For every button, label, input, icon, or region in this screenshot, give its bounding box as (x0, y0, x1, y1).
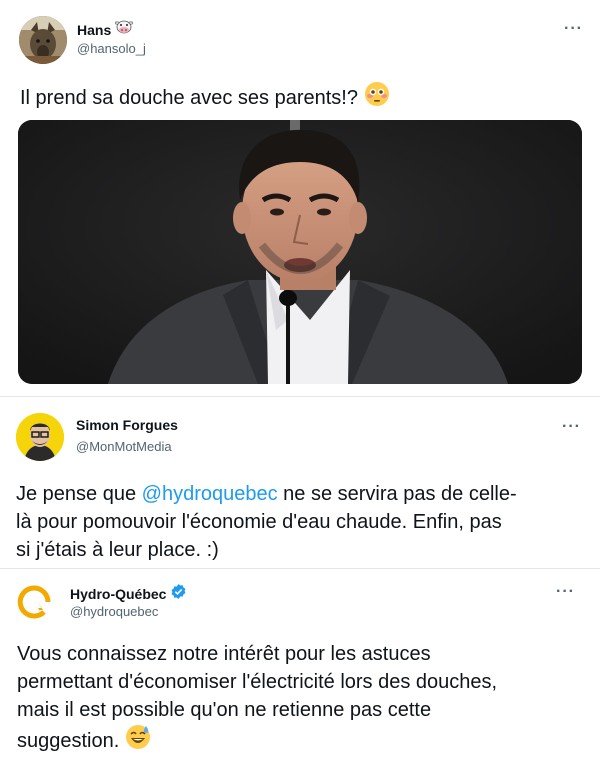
avatar-simon[interactable] (16, 413, 64, 461)
cow-face-icon (114, 19, 134, 40)
author-handle[interactable]: @hydroquebec (70, 604, 158, 619)
text-segment: Je pense que (16, 483, 142, 505)
more-options-button[interactable]: ··· (564, 20, 583, 38)
author-handle[interactable]: @hansolo_j (77, 41, 146, 56)
text-segment: ne se servira pas de celle- (277, 483, 517, 505)
tweet-image[interactable] (18, 120, 582, 384)
wolf-avatar-icon (19, 16, 67, 64)
divider (0, 568, 600, 569)
author-handle[interactable]: @MonMotMedia (76, 439, 172, 454)
text-line: permettant d'économiser l'électricité lo… (17, 671, 498, 693)
text-line: si j'étais à leur place. :) (16, 539, 219, 561)
avatar-hydro-quebec[interactable] (10, 578, 58, 626)
avatar-hans[interactable] (19, 16, 67, 64)
sweat-smile-icon (125, 724, 151, 758)
more-options-button[interactable]: ··· (556, 583, 575, 601)
author-name[interactable]: Simon Forgues (76, 417, 178, 433)
author-name[interactable]: Hans (77, 22, 111, 38)
verified-badge-icon (170, 583, 187, 605)
tweet-text: Il prend sa douche avec ses parents!? (20, 87, 358, 109)
text-line: mais il est possible qu'on ne retienne p… (17, 699, 432, 721)
hydro-quebec-logo-icon (10, 578, 58, 626)
text-line: suggestion. (17, 730, 120, 752)
cartoon-avatar-icon (16, 413, 64, 461)
text-line: Vous connaissez notre intérêt pour les a… (17, 643, 431, 665)
text-line: là pour pomouvoir l'économie d'eau chaud… (16, 511, 502, 533)
tweet-text: Vous connaissez notre intérêt pour les a… (17, 640, 497, 758)
flushed-face-icon (364, 81, 390, 115)
tweet-text: Je pense que @hydroquebec ne se servira … (16, 480, 517, 564)
author-name[interactable]: Hydro-Québec (70, 586, 166, 602)
man-at-microphone-image (18, 120, 582, 384)
divider (0, 396, 600, 397)
mention-link[interactable]: @hydroquebec (142, 483, 278, 505)
more-options-button[interactable]: ··· (562, 418, 581, 436)
